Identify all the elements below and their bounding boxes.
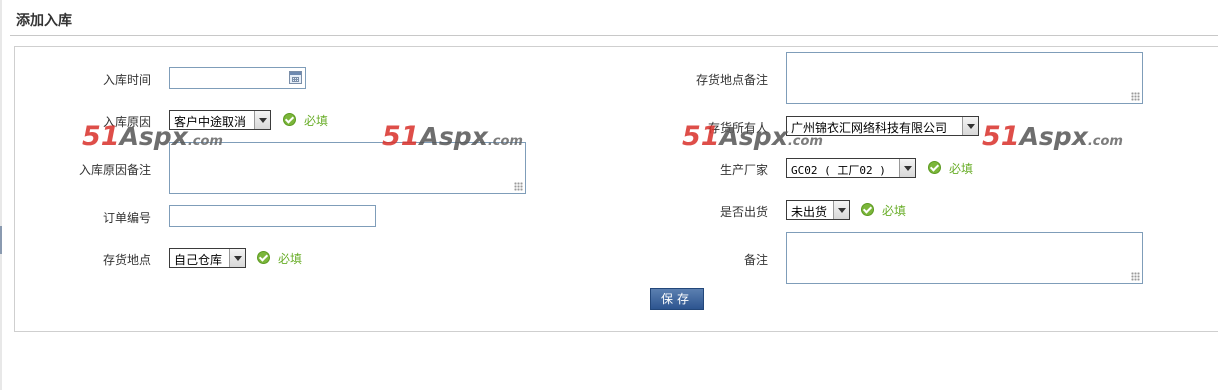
required-text: 必填 [882, 204, 907, 218]
check-circle-icon [928, 161, 941, 174]
shipped-select-value: 未出货 [791, 205, 828, 219]
resize-grip-icon[interactable] [1131, 272, 1140, 281]
save-button[interactable]: 保存 [650, 288, 704, 310]
in-time-input[interactable] [169, 67, 306, 89]
remark-label: 备注 [743, 253, 768, 267]
in-time-label: 入库时间 [102, 73, 151, 87]
manufacturer-select[interactable]: GC02 ( 工厂02 ) [786, 158, 916, 178]
reason-note-textarea[interactable] [169, 142, 526, 194]
required-text: 必填 [278, 252, 303, 266]
manufacturer-select-value: GC02 ( 工厂02 ) [791, 164, 886, 177]
chevron-down-icon[interactable] [899, 159, 915, 177]
reason-label: 入库原因 [102, 115, 151, 129]
location-note-textarea[interactable] [786, 52, 1143, 104]
order-no-label: 订单编号 [102, 211, 151, 225]
owner-select-value: 广州锦衣汇网络科技有限公司 [791, 121, 948, 135]
left-edge-strip [0, 0, 2, 390]
resize-grip-icon[interactable] [1131, 92, 1140, 101]
chevron-down-icon[interactable] [962, 117, 978, 135]
check-circle-icon [257, 251, 270, 264]
owner-select[interactable]: 广州锦衣汇网络科技有限公司 [786, 116, 979, 136]
calendar-icon[interactable] [289, 71, 302, 84]
location-select[interactable]: 自己仓库 [169, 248, 246, 268]
chevron-down-icon[interactable] [254, 111, 270, 129]
check-circle-icon [283, 113, 296, 126]
page: 添加入库 入库时间 入库原因 客户中途取消 必填 入库原因备注 订单编号 存货地… [0, 0, 1218, 390]
left-edge-handle[interactable] [0, 226, 2, 254]
required-text: 必填 [304, 114, 329, 128]
title-divider [10, 35, 1218, 36]
shipped-label: 是否出货 [719, 205, 768, 219]
chevron-down-icon[interactable] [833, 201, 849, 219]
location-label: 存货地点 [102, 253, 151, 267]
remark-textarea[interactable] [786, 232, 1143, 284]
reason-select[interactable]: 客户中途取消 [169, 110, 271, 130]
order-no-input[interactable] [169, 205, 376, 227]
resize-grip-icon[interactable] [514, 182, 523, 191]
shipped-select[interactable]: 未出货 [786, 200, 850, 220]
check-circle-icon [861, 203, 874, 216]
required-text: 必填 [949, 162, 974, 176]
reason-select-value: 客户中途取消 [174, 115, 247, 129]
owner-label: 存货所有人 [707, 121, 768, 135]
location-select-value: 自己仓库 [174, 253, 223, 267]
location-note-label: 存货地点备注 [695, 73, 768, 87]
manufacturer-label: 生产厂家 [719, 163, 768, 177]
reason-note-label: 入库原因备注 [78, 163, 151, 177]
chevron-down-icon[interactable] [229, 249, 245, 267]
page-title: 添加入库 [16, 13, 72, 29]
